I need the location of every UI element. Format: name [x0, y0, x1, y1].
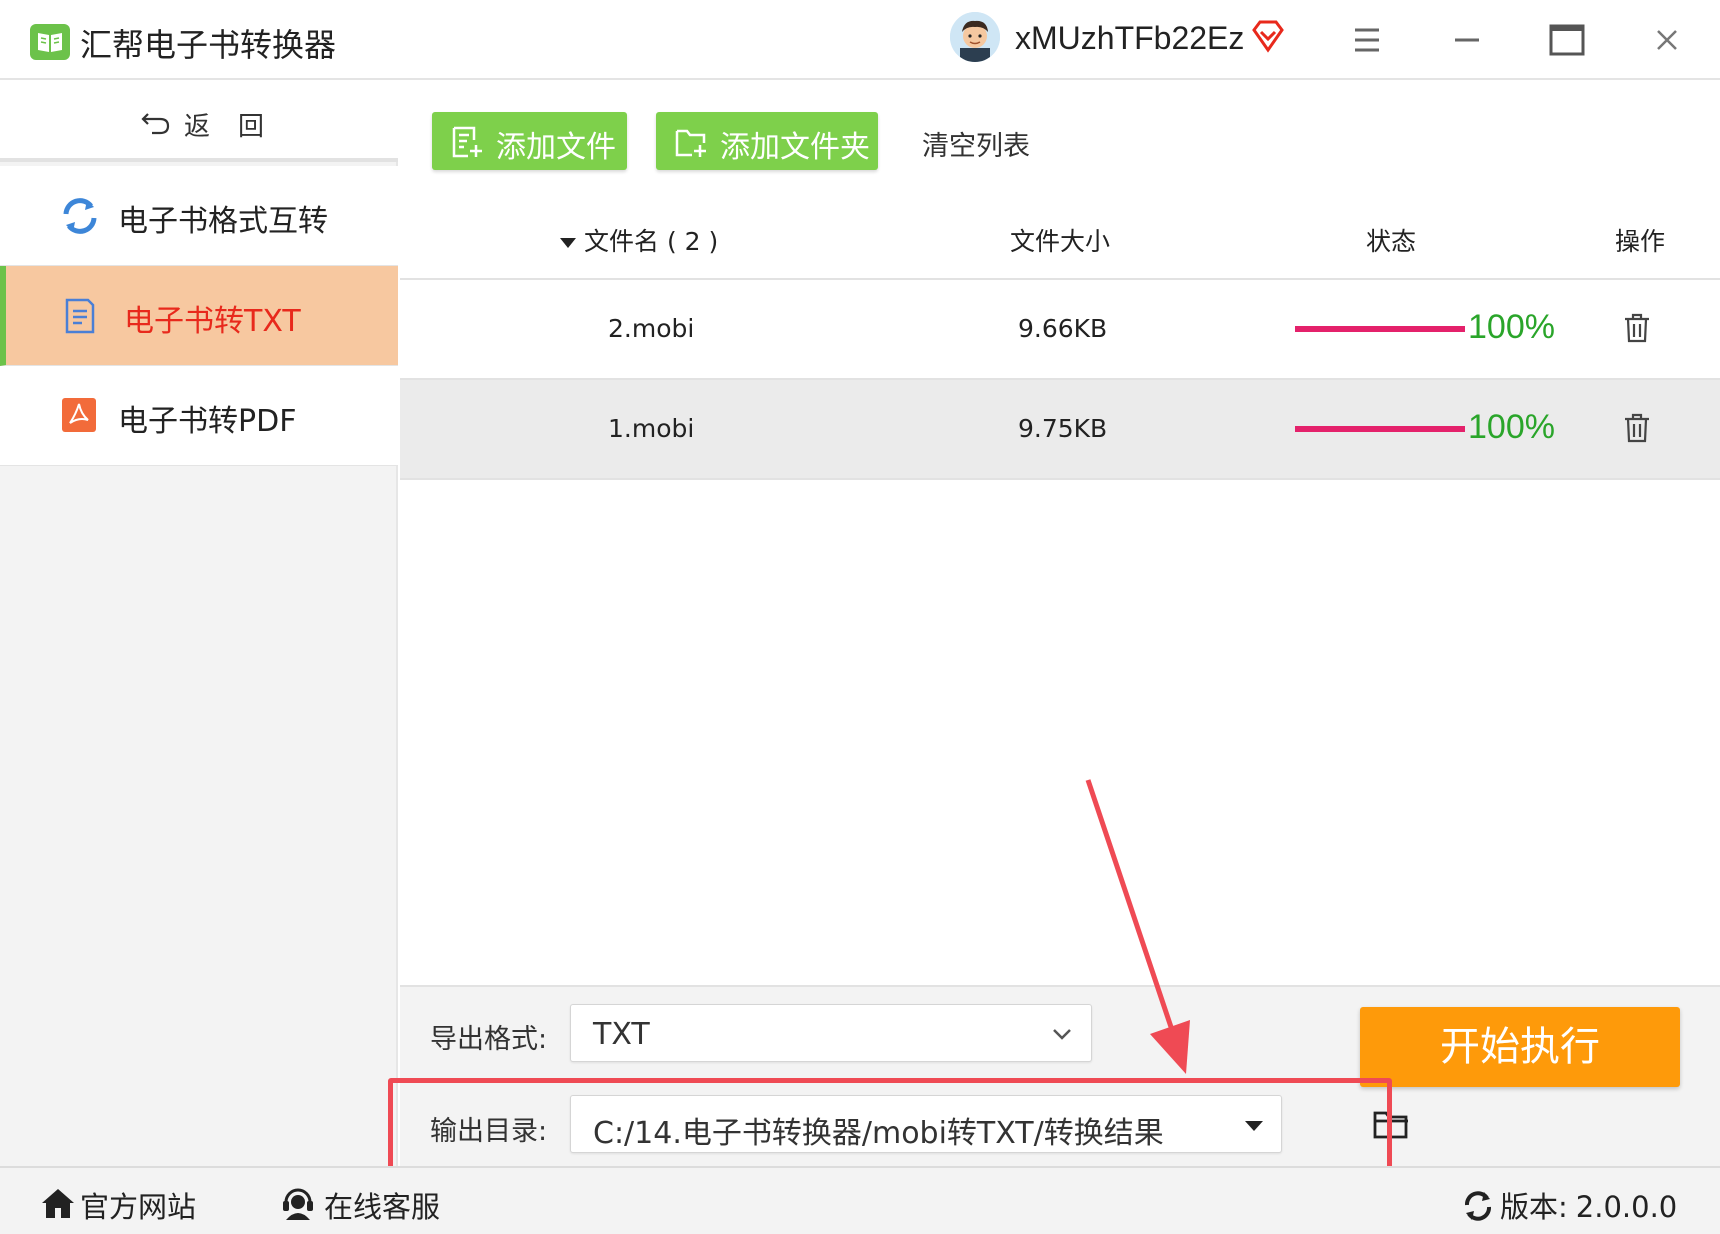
document-icon [62, 296, 98, 340]
table-header: 文件名 ( 2 ) 文件大小 状态 操作 [400, 192, 1720, 280]
online-support-link[interactable]: 在线客服 [280, 1184, 440, 1226]
file-name: 1.mobi [608, 414, 695, 443]
clear-list-button[interactable]: 清空列表 [922, 124, 1030, 163]
start-button[interactable]: 开始执行 [1360, 1007, 1680, 1087]
sidebar-item-label: 电子书转PDF [118, 404, 297, 439]
version-info[interactable]: 版本: 2.0.0.0 [1462, 1184, 1677, 1229]
sidebar-item-to-txt[interactable]: 电子书转TXT [0, 266, 398, 366]
caret-down-icon [1243, 1118, 1265, 1137]
file-name: 2.mobi [608, 314, 695, 343]
format-label: 导出格式: [430, 1024, 548, 1055]
add-file-label: 添加文件 [496, 130, 616, 165]
column-header-name[interactable]: 文件名 ( 2 ) [560, 222, 718, 258]
official-website-link[interactable]: 官方网站 [40, 1184, 196, 1226]
sidebar-item-to-pdf[interactable]: 电子书转PDF [0, 366, 398, 466]
progress-bar [1295, 326, 1465, 332]
column-header-action: 操作 [1615, 227, 1666, 256]
pdf-icon [60, 396, 98, 438]
app-logo-icon [30, 24, 70, 60]
app-title: 汇帮电子书转换器 [80, 26, 337, 64]
version-value: 2.0.0.0 [1575, 1190, 1678, 1224]
column-header-status: 状态 [1366, 227, 1417, 256]
back-button[interactable]: 返回 [0, 80, 398, 162]
sidebar: 返回 电子书格式互转 电子书转TXT 电子书转PDF [0, 80, 398, 1166]
update-refresh-icon [1462, 1190, 1494, 1229]
progress-percent: 100% [1468, 408, 1555, 446]
file-size: 9.66KB [1018, 314, 1108, 343]
sidebar-item-label: 电子书格式互转 [118, 204, 328, 239]
add-file-icon [450, 125, 484, 167]
file-size: 9.75KB [1018, 414, 1108, 443]
table-row[interactable]: 1.mobi 9.75KB 100% [400, 380, 1720, 480]
menu-icon[interactable] [1345, 18, 1389, 62]
title-bar: 汇帮电子书转换器 xMUzhTFb22Ez [0, 0, 1720, 80]
delete-icon[interactable] [1622, 312, 1652, 348]
minimize-icon[interactable] [1445, 18, 1489, 62]
add-file-button[interactable]: 添加文件 [432, 112, 627, 170]
sidebar-item-format-convert[interactable]: 电子书格式互转 [0, 166, 398, 266]
delete-icon[interactable] [1622, 412, 1652, 448]
vip-diamond-icon[interactable] [1250, 18, 1286, 58]
progress-percent: 100% [1468, 308, 1555, 346]
output-dir-select[interactable]: C:/14.电子书转换器/mobi转TXT/转换结果 [570, 1095, 1282, 1153]
maximize-icon[interactable] [1545, 18, 1589, 62]
sort-desc-icon [560, 238, 576, 248]
sidebar-item-label: 电子书转TXT [124, 304, 301, 339]
add-folder-label: 添加文件夹 [720, 130, 870, 165]
output-dir-value: C:/14.电子书转换器/mobi转TXT/转换结果 [593, 1116, 1164, 1151]
refresh-icon [60, 196, 100, 240]
column-header-size: 文件大小 [1010, 227, 1111, 256]
user-avatar[interactable] [950, 12, 1000, 62]
website-label: 官方网站 [80, 1190, 197, 1224]
support-label: 在线客服 [324, 1190, 441, 1224]
add-folder-icon [674, 125, 708, 167]
chevron-down-icon [1051, 1023, 1073, 1049]
username[interactable]: xMUzhTFb22Ez [1015, 20, 1244, 57]
output-label: 输出目录: [430, 1116, 548, 1147]
settings-panel: 导出格式: TXT 开始执行 输出目录: C:/14.电子书转换器/mobi转T… [400, 985, 1720, 1166]
add-folder-button[interactable]: 添加文件夹 [656, 112, 878, 170]
back-label: 返回 [184, 112, 293, 142]
open-folder-icon[interactable] [1372, 1107, 1412, 1145]
format-select[interactable]: TXT [570, 1004, 1092, 1062]
close-icon[interactable] [1645, 18, 1689, 62]
table-row[interactable]: 2.mobi 9.66KB 100% [400, 280, 1720, 380]
back-arrow-icon [140, 108, 172, 140]
format-value: TXT [593, 1017, 650, 1052]
progress-bar [1295, 426, 1465, 432]
version-label: 版本: [1500, 1190, 1568, 1224]
footer: 官方网站 在线客服 版本: 2.0.0.0 [0, 1166, 1720, 1234]
